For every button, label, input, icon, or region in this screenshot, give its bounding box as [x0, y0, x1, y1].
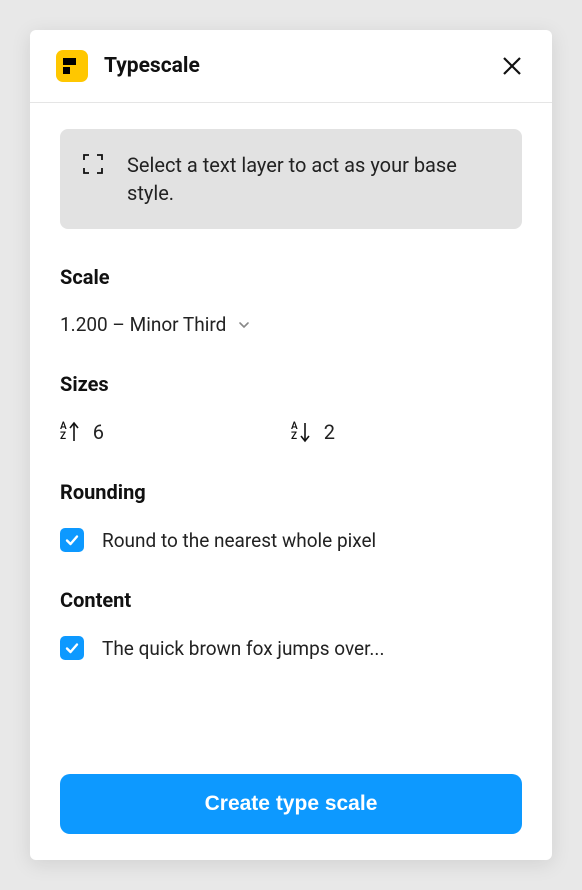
- sizes-down-field[interactable]: AZ 2: [291, 420, 522, 444]
- typescale-panel: Typescale Select a text layer to act as …: [30, 30, 552, 860]
- hint-text: Select a text layer to act as your base …: [127, 151, 502, 207]
- content-label: The quick brown fox jumps over...: [102, 637, 384, 660]
- chevron-down-icon: [238, 319, 250, 331]
- sizes-up-value: 6: [93, 420, 104, 444]
- content-heading: Content: [60, 588, 522, 612]
- scale-heading: Scale: [60, 265, 522, 289]
- content-checkbox[interactable]: [60, 636, 84, 660]
- sizes-down-icon: AZ: [291, 421, 310, 443]
- selection-target-icon: [83, 154, 103, 174]
- close-button[interactable]: [498, 52, 526, 80]
- sizes-up-field[interactable]: AZ 6: [60, 420, 291, 444]
- content-row: The quick brown fox jumps over...: [60, 636, 522, 660]
- scale-selected-value: 1.200 – Minor Third: [60, 313, 226, 336]
- panel-title: Typescale: [104, 54, 498, 78]
- panel-header: Typescale: [30, 30, 552, 103]
- checkmark-icon: [64, 640, 80, 656]
- rounding-checkbox[interactable]: [60, 528, 84, 552]
- rounding-row: Round to the nearest whole pixel: [60, 528, 522, 552]
- rounding-heading: Rounding: [60, 480, 522, 504]
- sizes-heading: Sizes: [60, 372, 522, 396]
- sizes-up-icon: AZ: [60, 421, 79, 443]
- app-logo-icon: [56, 50, 88, 82]
- create-type-scale-button[interactable]: Create type scale: [60, 774, 522, 834]
- hint-box: Select a text layer to act as your base …: [60, 129, 522, 229]
- sizes-row: AZ 6 AZ 2: [60, 420, 522, 444]
- rounding-label: Round to the nearest whole pixel: [102, 529, 376, 552]
- scale-select[interactable]: 1.200 – Minor Third: [60, 313, 522, 336]
- sizes-down-value: 2: [324, 420, 335, 444]
- checkmark-icon: [64, 532, 80, 548]
- panel-body: Select a text layer to act as your base …: [30, 103, 552, 860]
- close-icon: [501, 55, 523, 77]
